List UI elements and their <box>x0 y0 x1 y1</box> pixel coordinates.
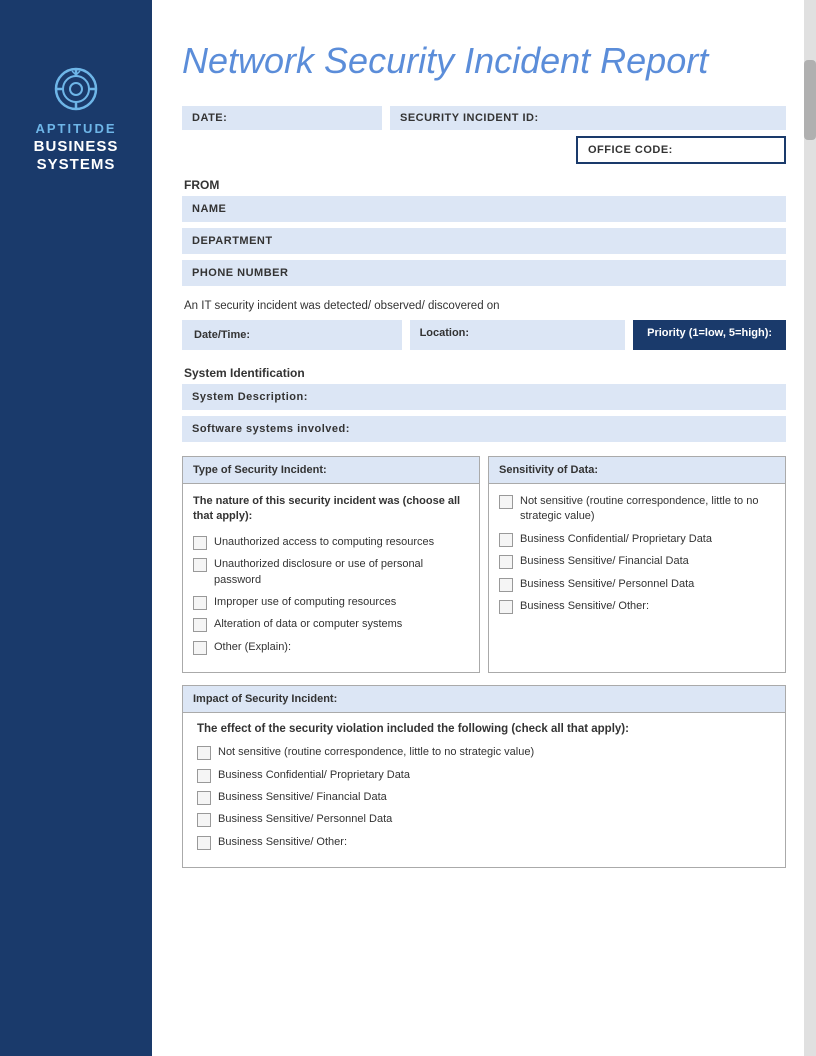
incident-id-field[interactable]: SECURITY INCIDENT ID: <box>390 106 786 130</box>
system-identification-title: System Identification <box>184 366 786 380</box>
i-checkbox-2-label: Business Confidential/ Proprietary Data <box>218 768 410 783</box>
location-field[interactable]: Location: <box>410 320 626 350</box>
sidebar-brand-bottom: BUSINESSSYSTEMS <box>34 138 119 174</box>
sensitivity-body: Not sensitive (routine correspondence, l… <box>489 484 785 631</box>
type-checkbox-5[interactable]: Other (Explain): <box>193 640 469 655</box>
sensitivity-panel: Sensitivity of Data: Not sensitive (rout… <box>488 456 786 673</box>
s-checkbox-3-box[interactable] <box>499 555 513 569</box>
checkbox-5-label: Other (Explain): <box>214 640 291 655</box>
impact-subtitle: The effect of the security violation inc… <box>197 723 771 735</box>
sensitivity-checkbox-5[interactable]: Business Sensitive/ Other: <box>499 599 775 614</box>
software-systems-field[interactable]: Software systems involved: <box>182 416 786 442</box>
target-icon <box>52 65 100 113</box>
checkbox-3-label: Improper use of computing resources <box>214 595 396 610</box>
impact-checkbox-4[interactable]: Business Sensitive/ Personnel Data <box>197 812 771 827</box>
date-incident-row: DATE: SECURITY INCIDENT ID: <box>182 106 786 130</box>
from-label: FROM <box>182 178 786 192</box>
s-checkbox-4-box[interactable] <box>499 578 513 592</box>
type-checkbox-2[interactable]: Unauthorized disclosure or use of person… <box>193 557 469 588</box>
i-checkbox-1-box[interactable] <box>197 746 211 760</box>
checkbox-2-label: Unauthorized disclosure or use of person… <box>214 557 469 588</box>
type-subtitle: The nature of this security incident was… <box>193 494 469 525</box>
type-of-incident-body: The nature of this security incident was… <box>183 484 479 672</box>
sidebar: APTITUDE BUSINESSSYSTEMS <box>0 0 152 1056</box>
checkbox-1-label: Unauthorized access to computing resourc… <box>214 535 434 550</box>
system-description-field[interactable]: System Description: <box>182 384 786 410</box>
impact-panel: Impact of Security Incident: The effect … <box>182 685 786 868</box>
priority-field[interactable]: Priority (1=low, 5=high): <box>633 320 786 350</box>
type-of-incident-header: Type of Security Incident: <box>183 457 479 484</box>
type-sensitivity-row: Type of Security Incident: The nature of… <box>182 456 786 673</box>
s-checkbox-2-label: Business Confidential/ Proprietary Data <box>520 532 712 547</box>
type-of-incident-panel: Type of Security Incident: The nature of… <box>182 456 480 673</box>
office-code-field[interactable]: OFFICE CODE: <box>576 136 786 164</box>
scrollbar[interactable] <box>804 0 816 1056</box>
impact-checkbox-1[interactable]: Not sensitive (routine correspondence, l… <box>197 745 771 760</box>
s-checkbox-1-box[interactable] <box>499 495 513 509</box>
sensitivity-checkbox-2[interactable]: Business Confidential/ Proprietary Data <box>499 532 775 547</box>
checkbox-2-box[interactable] <box>193 558 207 572</box>
impact-checkbox-3[interactable]: Business Sensitive/ Financial Data <box>197 790 771 805</box>
i-checkbox-1-label: Not sensitive (routine correspondence, l… <box>218 745 534 760</box>
phone-field[interactable]: PHONE NUMBER <box>182 260 786 286</box>
department-field[interactable]: DEPARTMENT <box>182 228 786 254</box>
s-checkbox-2-box[interactable] <box>499 533 513 547</box>
name-field[interactable]: NAME <box>182 196 786 222</box>
i-checkbox-2-box[interactable] <box>197 769 211 783</box>
date-field[interactable]: DATE: <box>182 106 382 130</box>
impact-checkbox-2[interactable]: Business Confidential/ Proprietary Data <box>197 768 771 783</box>
s-checkbox-5-box[interactable] <box>499 600 513 614</box>
sensitivity-checkbox-1[interactable]: Not sensitive (routine correspondence, l… <box>499 494 775 525</box>
checkbox-5-box[interactable] <box>193 641 207 655</box>
datetime-field[interactable]: Date/Time: <box>182 320 402 350</box>
checkbox-3-box[interactable] <box>193 596 207 610</box>
i-checkbox-3-label: Business Sensitive/ Financial Data <box>218 790 387 805</box>
sidebar-brand-top: APTITUDE <box>36 121 117 136</box>
system-identification-section: System Identification System Description… <box>182 366 786 442</box>
i-checkbox-3-box[interactable] <box>197 791 211 805</box>
type-checkbox-1[interactable]: Unauthorized access to computing resourc… <box>193 535 469 550</box>
impact-body: The effect of the security violation inc… <box>183 713 785 867</box>
s-checkbox-4-label: Business Sensitive/ Personnel Data <box>520 577 694 592</box>
s-checkbox-5-label: Business Sensitive/ Other: <box>520 599 649 614</box>
i-checkbox-5-label: Business Sensitive/ Other: <box>218 835 347 850</box>
type-checkbox-3[interactable]: Improper use of computing resources <box>193 595 469 610</box>
scrollbar-thumb[interactable] <box>804 60 816 140</box>
sensitivity-checkbox-3[interactable]: Business Sensitive/ Financial Data <box>499 554 775 569</box>
impact-header: Impact of Security Incident: <box>183 686 785 713</box>
page-title: Network Security Incident Report <box>182 40 786 82</box>
s-checkbox-1-label: Not sensitive (routine correspondence, l… <box>520 494 775 525</box>
i-checkbox-5-box[interactable] <box>197 836 211 850</box>
checkbox-1-box[interactable] <box>193 536 207 550</box>
sensitivity-checkbox-4[interactable]: Business Sensitive/ Personnel Data <box>499 577 775 592</box>
i-checkbox-4-label: Business Sensitive/ Personnel Data <box>218 812 392 827</box>
s-checkbox-3-label: Business Sensitive/ Financial Data <box>520 554 689 569</box>
checkbox-4-box[interactable] <box>193 618 207 632</box>
main-content: Network Security Incident Report DATE: S… <box>152 0 816 1056</box>
impact-checkbox-5[interactable]: Business Sensitive/ Other: <box>197 835 771 850</box>
it-security-text: An IT security incident was detected/ ob… <box>184 300 786 312</box>
i-checkbox-4-box[interactable] <box>197 813 211 827</box>
datetime-location-priority-row: Date/Time: Location: Priority (1=low, 5=… <box>182 320 786 350</box>
sensitivity-header: Sensitivity of Data: <box>489 457 785 484</box>
type-checkbox-4[interactable]: Alteration of data or computer systems <box>193 617 469 632</box>
checkbox-4-label: Alteration of data or computer systems <box>214 617 402 632</box>
